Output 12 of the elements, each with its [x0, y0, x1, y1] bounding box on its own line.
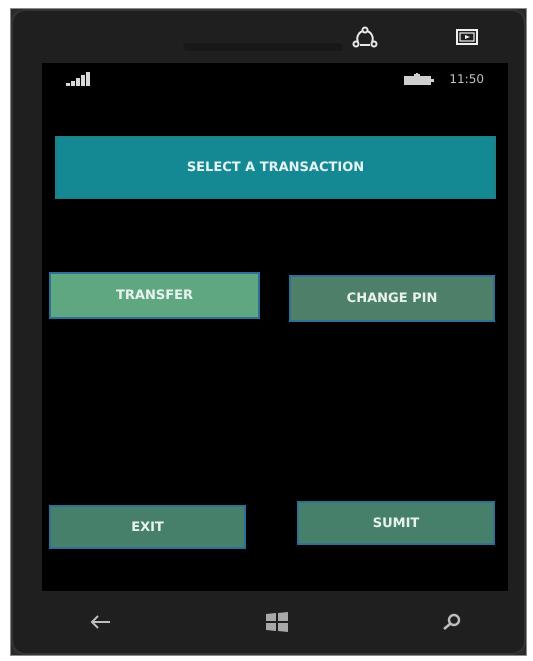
transfer-button[interactable]: TRANSFER: [49, 272, 260, 319]
submit-button[interactable]: SUMIT: [297, 501, 495, 545]
windows-icon[interactable]: [266, 612, 288, 632]
share-icon[interactable]: [350, 26, 380, 48]
search-icon[interactable]: [442, 613, 462, 631]
change-pin-button[interactable]: CHANGE PIN: [289, 275, 495, 322]
title-banner: SELECT A TRANSACTION: [55, 136, 496, 199]
exit-button[interactable]: EXIT: [49, 505, 246, 549]
screen-icon[interactable]: [456, 29, 478, 45]
clock-time: 11:50: [449, 72, 484, 86]
battery-icon: [403, 72, 436, 86]
back-icon[interactable]: [89, 614, 111, 630]
